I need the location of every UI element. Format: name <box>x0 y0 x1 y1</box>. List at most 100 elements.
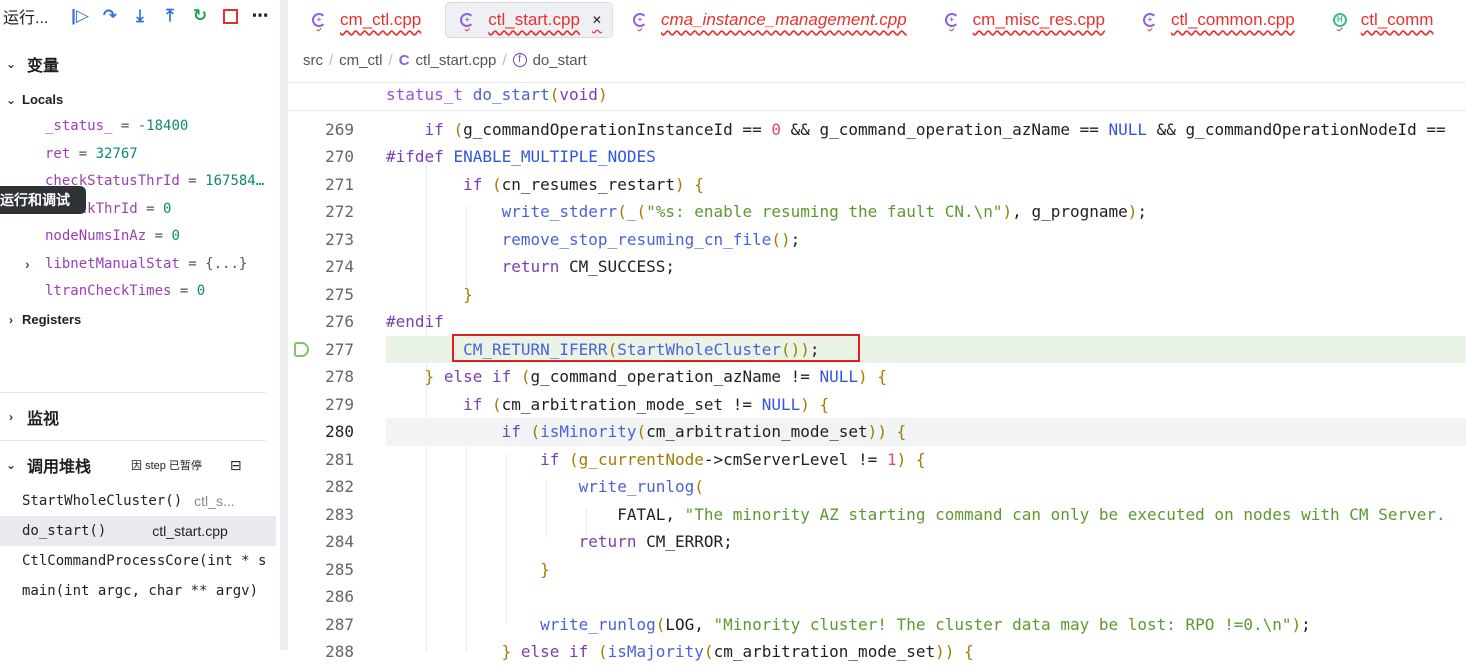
callstack-frame[interactable]: do_start() ctl_start.cpp <box>0 516 276 546</box>
sticky-scroll-header[interactable]: status_t do_start(void) <box>386 85 608 104</box>
line-number: 283 <box>325 504 354 524</box>
code-line[interactable]: } <box>386 556 1466 584</box>
locals-header[interactable]: ⌄ Locals <box>0 92 63 107</box>
continue-icon[interactable]: |▷ <box>65 4 95 28</box>
code-line[interactable]: if (isMinority(cm_arbitration_mode_set))… <box>386 418 1466 446</box>
tab-ctl_common-cpp[interactable]: + ctl_common.cpp <box>1119 2 1309 38</box>
code-line[interactable]: if (cm_arbitration_mode_set != NULL) { <box>386 391 1466 419</box>
highlight-annotation-box <box>452 334 860 362</box>
cpp-file-icon: + <box>944 13 959 27</box>
registers-header[interactable]: › Registers <box>0 312 81 327</box>
close-icon[interactable]: ✕ <box>592 13 602 27</box>
code-token: && g_commandOperationNodeId == <box>1147 119 1456 139</box>
locals-label: Locals <box>22 92 64 107</box>
step-out-icon[interactable]: ⤒ <box>155 4 185 28</box>
code-token: ) <box>867 422 878 441</box>
variable-value: -18400 <box>137 118 189 134</box>
breadcrumb-item[interactable]: ctl_start.cpp <box>416 52 497 69</box>
code-line[interactable]: if (cn_resumes_restart) { <box>386 171 1466 199</box>
variable-value: 0 <box>171 228 180 244</box>
step-over-icon[interactable]: ↷ <box>95 4 125 28</box>
code-line[interactable]: } else if (g_command_operation_azName !=… <box>386 363 1466 391</box>
code-line[interactable]: remove_stop_resuming_cn_file(); <box>386 226 1466 254</box>
code-line[interactable]: FATAL, "The minority AZ starting command… <box>386 501 1466 529</box>
code-token: { <box>694 174 704 194</box>
code-token: if <box>463 174 483 194</box>
code-token: ( <box>703 642 714 661</box>
code-token: void <box>559 85 598 104</box>
variable-item[interactable]: ret = 32767 <box>45 146 138 162</box>
sidebar-sash[interactable] <box>280 0 288 650</box>
frame-function: CtlCommandProcessCore(int * s <box>22 553 267 569</box>
breadcrumb-item[interactable]: do_start <box>533 52 587 69</box>
frame-function: do_start() <box>22 523 107 539</box>
callstack-frame[interactable]: StartWholeCluster() ctl_s... <box>0 486 276 516</box>
code-line[interactable]: } <box>386 281 1466 309</box>
code-line[interactable]: write_stderr(_("%s: enable resuming the … <box>386 198 1466 226</box>
cpp-file-icon: + <box>632 13 647 27</box>
stop-icon[interactable] <box>215 4 245 28</box>
code-line[interactable]: } else if (isMajority(cm_arbitration_mod… <box>386 638 1466 666</box>
cpp-file-icon: + <box>1142 13 1157 27</box>
debug-title: 运行... <box>3 10 49 27</box>
line-number: 272 <box>325 202 354 221</box>
code-line[interactable]: write_runlog( <box>386 473 1466 501</box>
code-line[interactable]: #ifdef ENABLE_MULTIPLE_NODES <box>386 143 1466 171</box>
code-line[interactable]: write_runlog(LOG, "Minority cluster! The… <box>386 611 1466 639</box>
code-line[interactable] <box>386 583 1466 611</box>
current-execution-arrow-icon[interactable] <box>294 342 309 357</box>
code-line[interactable]: return CM_ERROR; <box>386 528 1466 556</box>
tab-cma_instance_management-cpp[interactable]: + cma_instance_management.cpp <box>613 2 921 38</box>
code-line[interactable]: #endif <box>386 308 1466 336</box>
code-token: ) <box>858 367 868 386</box>
breadcrumb-item[interactable]: cm_ctl <box>339 52 382 69</box>
callstack-frame[interactable]: main(int argc, char ** argv) <box>0 576 276 606</box>
code-token: ; <box>1137 202 1148 221</box>
step-into-icon[interactable]: ⤓ <box>125 4 155 28</box>
more-icon[interactable]: ⋯ <box>245 4 275 28</box>
code-token: ( <box>491 174 502 194</box>
tab-cm_ctl-cpp[interactable]: + cm_ctl.cpp <box>288 2 435 38</box>
variable-item[interactable]: nodeNumsInAz = 0 <box>45 228 180 244</box>
code-token: FATAL, <box>386 504 685 524</box>
tab-ctl_start-cpp[interactable]: + ctl_start.cpp ✕ <box>445 2 613 38</box>
line-number: 274 <box>325 257 354 276</box>
line-number: 279 <box>325 394 354 414</box>
collapse-all-icon[interactable]: ⊟ <box>230 457 242 474</box>
chevron-right-icon[interactable]: › <box>25 256 30 272</box>
breadcrumb-item[interactable]: src <box>303 52 323 69</box>
watch-section-header[interactable]: › 监视 <box>0 405 59 429</box>
tab-cm_misc_res-cpp[interactable]: + cm_misc_res.cpp <box>921 2 1119 38</box>
tab-label: cma_instance_management.cpp <box>660 10 907 29</box>
restart-icon[interactable]: ↻ <box>185 4 215 28</box>
code-token: } <box>463 284 473 304</box>
code-token: ) <box>597 85 608 104</box>
variable-item[interactable]: _status_ = -18400 <box>45 118 188 134</box>
code-token: ( <box>636 202 647 221</box>
code-token: if <box>463 394 483 414</box>
tab-ctl_comm[interactable]: Hctl_comm <box>1309 2 1448 38</box>
code-line[interactable]: return CM_SUCCESS; <box>386 253 1466 281</box>
variables-section-header[interactable]: ⌄ 变量 <box>0 52 59 76</box>
code-line[interactable]: if (g_currentNode->cmServerLevel != 1) { <box>386 446 1466 474</box>
callstack-section-header[interactable]: ⌄ 调用堆栈 因 step 已暂停 ⊟ <box>0 453 266 477</box>
code-token: ( <box>694 477 704 496</box>
code-line[interactable]: if (g_commandOperationInstanceId == 0 &&… <box>386 116 1466 144</box>
variable-item[interactable]: ltranCheckTimes = 0 <box>45 283 205 299</box>
chevron-down-icon: ⌄ <box>5 458 17 472</box>
code-token: { <box>819 394 830 414</box>
callstack-frame[interactable]: CtlCommandProcessCore(int * s <box>0 546 276 576</box>
code-token: ( <box>597 642 608 661</box>
code-token: if <box>569 642 589 661</box>
code-token: #endif <box>386 312 444 331</box>
code-token: if <box>491 367 512 386</box>
variable-item[interactable]: › libnetManualStat = {...} <box>25 256 247 272</box>
